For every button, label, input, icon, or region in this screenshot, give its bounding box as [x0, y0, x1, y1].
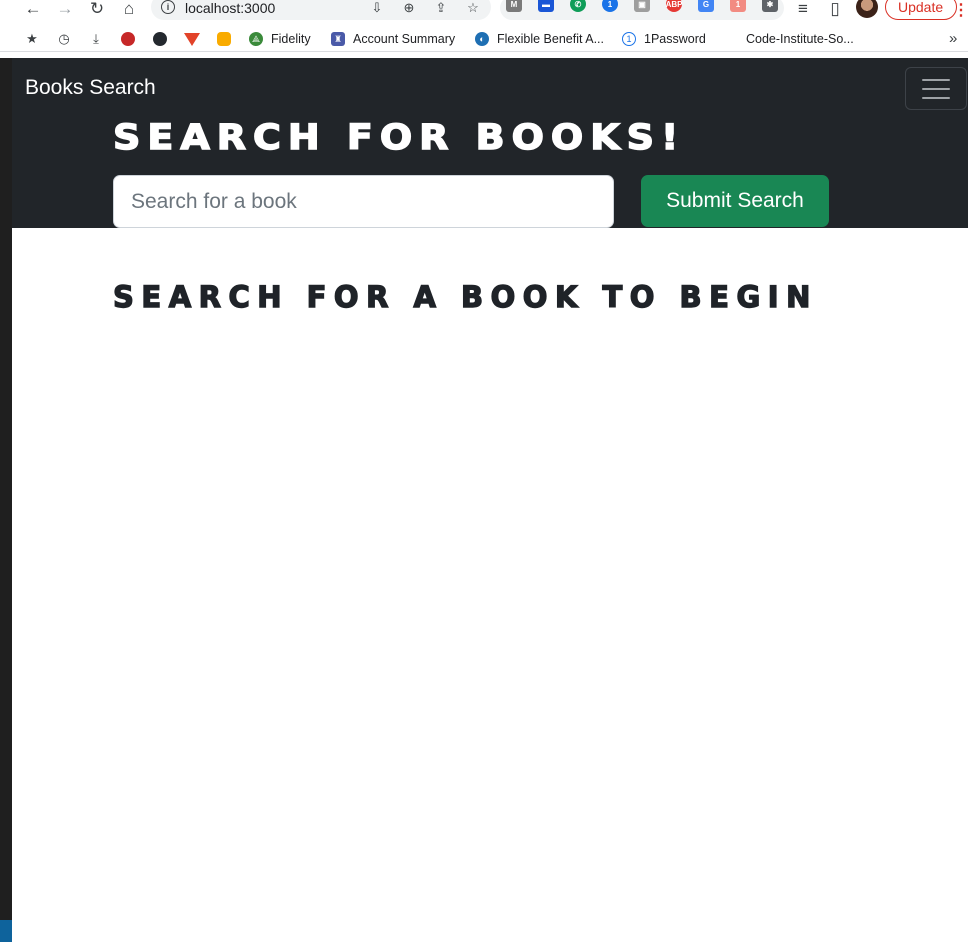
profile-avatar[interactable] [856, 0, 878, 18]
calendar-extension-icon[interactable]: ▬ [538, 0, 554, 12]
page-title: Search for Books! [112, 116, 686, 158]
window-extension-icon[interactable]: ▣ [634, 0, 650, 12]
yellow-app-icon[interactable] [216, 31, 232, 47]
extensions-area: M ▬ ✆ 1 ▣ ABP G 1 ✱ [500, 0, 784, 20]
code-institute-icon [724, 32, 738, 46]
bookmark-code-institute[interactable]: Code-Institute-So... [724, 31, 854, 47]
fidelity-icon: ⟁ [249, 32, 263, 46]
screen: ← → ↻ ⌂ i localhost:3000 ⇩ ⊕ ⇪ ☆ M ▬ ✆ 1… [0, 0, 968, 942]
zoom-icon[interactable]: ⊕ [401, 0, 417, 16]
1password-icon: 1 [622, 32, 636, 46]
search-input[interactable] [113, 175, 614, 228]
brand-link[interactable]: Books Search [25, 76, 156, 100]
navbar-toggler-hamburger-icon[interactable] [905, 67, 967, 110]
empty-state-heading: Search for a book to begin [112, 279, 818, 314]
phone-extension-icon[interactable]: ✆ [570, 0, 586, 12]
submit-search-button[interactable]: Submit Search [641, 175, 829, 227]
1password-extension-icon[interactable]: 1 [602, 0, 618, 12]
reading-list-icon[interactable]: ≡ [792, 0, 814, 18]
browser-toolbar: ← → ↻ ⌂ i localhost:3000 ⇩ ⊕ ⇪ ☆ M ▬ ✆ 1… [0, 0, 968, 22]
adblock-extension-icon[interactable]: ABP [666, 0, 682, 12]
bookmark-1password[interactable]: 1 1Password [622, 31, 706, 47]
site-info-icon[interactable]: i [161, 0, 175, 14]
extensions-puzzle-icon[interactable]: ✱ [762, 0, 778, 12]
gmail-extension-icon[interactable]: M [506, 0, 522, 12]
share-icon[interactable]: ⇪ [433, 0, 449, 16]
app-page: Books Search Search for Books! Submit Se… [12, 58, 968, 942]
bookmark-star-icon[interactable]: ★ [24, 31, 40, 47]
github-icon[interactable] [152, 31, 168, 47]
puzzle-badge-extension-icon[interactable]: 1 [730, 0, 746, 12]
bookmark-flexible-benefit[interactable]: ◐ Flexible Benefit A... [475, 31, 604, 47]
navbar: Books Search Search for Books! Submit Se… [12, 58, 968, 228]
history-icon[interactable]: ◷ [56, 31, 72, 47]
bookmark-label: Account Summary [353, 32, 456, 46]
side-panel-icon[interactable]: ▯ [824, 0, 846, 18]
back-arrow-icon[interactable]: ← [22, 0, 44, 18]
bookmark-fidelity[interactable]: ⟁ Fidelity [249, 31, 311, 47]
install-app-icon[interactable]: ⇩ [369, 0, 385, 16]
reload-icon[interactable]: ↻ [86, 0, 108, 18]
download-icon[interactable]: ⤓ [88, 31, 104, 47]
bookmark-label: 1Password [644, 32, 706, 46]
more-bookmarks-chevron-icon[interactable]: » [949, 30, 957, 47]
bookmark-label: Flexible Benefit A... [497, 32, 605, 46]
bookmark-star-icon[interactable]: ☆ [465, 0, 481, 16]
forward-arrow-icon[interactable]: → [54, 0, 76, 18]
bookmark-label: Code-Institute-So... [746, 32, 854, 46]
gitlab-icon[interactable] [184, 31, 200, 47]
background-editor-window [0, 58, 12, 942]
editor-status-bar [0, 920, 12, 942]
flexible-benefit-icon: ◐ [475, 32, 489, 46]
more-menu-icon[interactable]: ⋮ [953, 0, 968, 20]
url-text: localhost:3000 [185, 0, 276, 16]
account-summary-icon: ♜ [331, 32, 345, 46]
address-bar[interactable]: i localhost:3000 ⇩ ⊕ ⇪ ☆ [151, 0, 491, 20]
translate-extension-icon[interactable]: G [698, 0, 714, 12]
home-icon[interactable]: ⌂ [118, 0, 140, 18]
bookmarks-bar: ★ ◷ ⤓ ⟁ Fidelity ♜ Account Summary ◐ Fle… [0, 26, 968, 52]
bookmark-account-summary[interactable]: ♜ Account Summary [331, 31, 455, 47]
red-app-icon[interactable] [120, 31, 136, 47]
bookmark-label: Fidelity [271, 32, 311, 46]
update-button[interactable]: Update [885, 0, 957, 20]
